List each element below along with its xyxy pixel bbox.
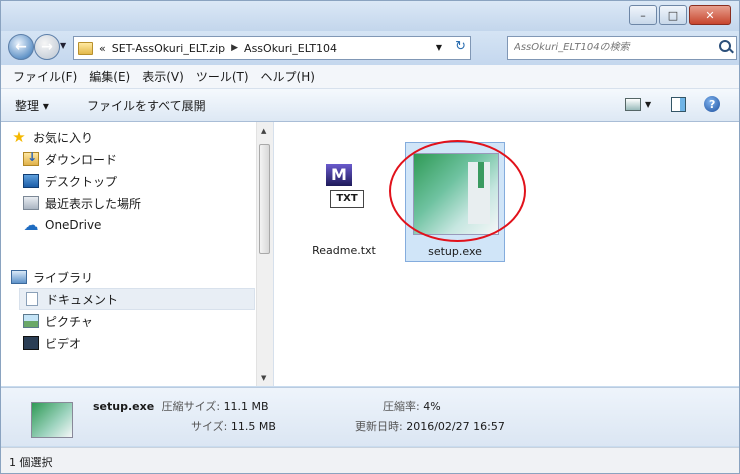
change-view-icon[interactable] (625, 97, 641, 111)
menu-file[interactable]: ファイル(F) (13, 68, 77, 85)
nav-label: 最近表示した場所 (45, 196, 142, 211)
details-size-value: 11.5 MB (230, 420, 276, 433)
nav-downloads[interactable]: ダウンロード (23, 148, 255, 170)
details-size-label: サイズ: (191, 420, 228, 433)
video-icon (23, 336, 39, 350)
nav-label: お気に入り (33, 130, 94, 145)
breadcrumb-folder[interactable]: AssOkuri_ELT104 (244, 42, 337, 55)
nav-label: OneDrive (45, 218, 102, 232)
nav-onedrive[interactable]: ☁ OneDrive (23, 214, 255, 236)
text-file-icon-label: TXT (330, 190, 364, 208)
details-ratio-line: 圧縮率: 4% (383, 398, 441, 414)
scroll-up-icon[interactable]: ▲ (261, 127, 266, 135)
menu-bar: ファイル(F) 編集(E) 表示(V) ツール(T) ヘルプ(H) (1, 65, 739, 89)
nav-documents[interactable]: ドキュメント (19, 288, 255, 310)
caption-buttons: – □ ✕ (627, 5, 731, 25)
address-overflow[interactable]: « (99, 42, 106, 55)
preview-pane-icon[interactable] (671, 96, 687, 112)
folder-icon (78, 41, 93, 55)
maximize-button[interactable]: □ (659, 5, 687, 25)
search-box[interactable] (507, 36, 737, 60)
nav-scrollbar[interactable]: ▲ ▼ (256, 122, 273, 386)
menu-view[interactable]: 表示(V) (142, 68, 184, 85)
close-button[interactable]: ✕ (689, 5, 731, 25)
search-icon[interactable] (719, 40, 731, 52)
nav-favorites[interactable]: ★ お気に入り (11, 126, 265, 148)
nav-label: ビデオ (45, 336, 82, 351)
scrollbar-thumb[interactable] (259, 144, 270, 254)
details-ratio-value: 4% (423, 400, 441, 413)
pictures-icon (23, 314, 39, 328)
details-modified-line: 更新日時: 2016/02/27 16:57 (355, 418, 505, 434)
menu-help[interactable]: ヘルプ(H) (261, 68, 315, 85)
organize-button[interactable]: 整理 ▾ (15, 97, 49, 114)
details-compressed-value: 11.1 MB (223, 400, 269, 413)
nav-libraries[interactable]: ライブラリ (11, 266, 265, 288)
refresh-icon[interactable]: ↻ (455, 39, 466, 54)
address-dropdown-icon[interactable]: ▼ (436, 43, 442, 52)
library-icon (11, 270, 27, 284)
command-bar: 整理 ▾ ファイルをすべて展開 ▼ ? (1, 89, 739, 122)
text-file-icon-mark: M (326, 164, 352, 186)
file-name: setup.exe (428, 245, 482, 258)
nav-videos[interactable]: ビデオ (23, 332, 255, 354)
breadcrumb-separator-icon[interactable]: ▶ (231, 43, 238, 53)
file-item-readme[interactable]: M TXT Readme.txt (294, 142, 394, 262)
minimize-button[interactable]: – (629, 5, 657, 25)
nav-label: ピクチャ (45, 314, 93, 329)
search-input[interactable] (508, 37, 704, 57)
nav-label: ダウンロード (45, 152, 118, 167)
scroll-down-icon[interactable]: ▼ (261, 374, 266, 382)
details-compressed-label: 圧縮サイズ: (161, 400, 221, 413)
navigation-pane: ★ お気に入り ダウンロード デスクトップ 最近表示した場所 ☁ OneDriv… (1, 122, 274, 386)
status-bar: 1 個選択 (1, 447, 739, 473)
recent-places-icon (23, 196, 39, 210)
setup-exe-thumbnail-icon (31, 402, 73, 438)
nav-label: ライブラリ (33, 270, 94, 285)
menu-edit[interactable]: 編集(E) (89, 68, 130, 85)
address-bar[interactable]: « SET-AssOkuri_ELT.zip ▶ AssOkuri_ELT104… (73, 36, 471, 60)
details-name-line: setup.exe 圧縮サイズ: 11.1 MB (93, 398, 269, 414)
nav-desktop[interactable]: デスクトップ (23, 170, 255, 192)
breadcrumb-zip[interactable]: SET-AssOkuri_ELT.zip (112, 42, 225, 55)
back-button[interactable]: ← (8, 34, 34, 60)
extract-all-button[interactable]: ファイルをすべて展開 (87, 97, 206, 114)
address-row: ← → ▼ « SET-AssOkuri_ELT.zip ▶ AssOkuri_… (1, 31, 739, 65)
view-dropdown-icon[interactable]: ▼ (645, 100, 651, 109)
file-name: Readme.txt (312, 244, 376, 257)
nav-pictures[interactable]: ピクチャ (23, 310, 255, 332)
details-modified-value: 2016/02/27 16:57 (406, 420, 505, 433)
help-icon[interactable]: ? (704, 96, 721, 112)
download-icon (23, 150, 39, 166)
nav-label: ドキュメント (46, 292, 119, 307)
onedrive-icon: ☁ (23, 216, 39, 234)
nav-recent-places[interactable]: 最近表示した場所 (23, 192, 255, 214)
title-bar: – □ ✕ (1, 1, 739, 31)
star-icon: ★ (12, 128, 26, 146)
highlight-circle (389, 140, 526, 242)
explorer-window: – □ ✕ ← → ▼ « SET-AssOkuri_ELT.zip ▶ Ass… (0, 0, 740, 474)
details-size-line: サイズ: 11.5 MB (191, 418, 276, 434)
forward-button[interactable]: → (34, 34, 60, 60)
recent-pages-dropdown-icon[interactable]: ▼ (60, 41, 66, 50)
details-file-name: setup.exe (93, 400, 155, 413)
text-file-icon: M TXT (324, 164, 364, 214)
menu-tools[interactable]: ツール(T) (196, 68, 249, 85)
details-modified-label: 更新日時: (355, 420, 403, 433)
desktop-icon (23, 174, 39, 188)
nav-label: デスクトップ (45, 174, 118, 189)
details-pane: setup.exe 圧縮サイズ: 11.1 MB サイズ: 11.5 MB 圧縮… (1, 387, 739, 446)
document-icon (26, 292, 38, 306)
details-ratio-label: 圧縮率: (383, 400, 420, 413)
selection-count: 1 個選択 (9, 456, 53, 469)
